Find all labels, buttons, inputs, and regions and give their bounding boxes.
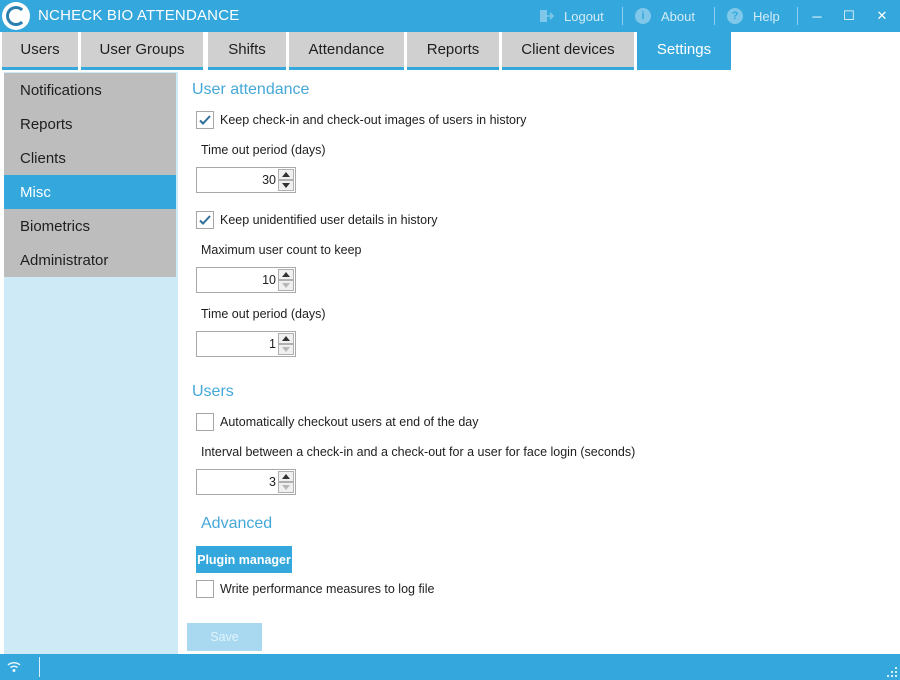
maximize-icon: ☐ <box>843 8 855 23</box>
chevron-up-icon <box>282 272 290 277</box>
info-icon: i <box>635 8 651 24</box>
checkmark-icon <box>199 115 211 125</box>
checkbox-box <box>196 111 214 129</box>
sidebar-item-notifications[interactable]: Notifications <box>4 73 176 107</box>
auto-checkout-checkbox[interactable]: Automatically checkout users at end of t… <box>196 413 478 431</box>
checkbox-box <box>196 211 214 229</box>
increment-button[interactable] <box>278 333 294 344</box>
images-timeout-stepper <box>196 167 296 193</box>
unidentified-timeout-input[interactable] <box>197 332 277 356</box>
unidentified-timeout-label: Time out period (days) <box>201 307 326 321</box>
checkbox-box <box>196 580 214 598</box>
max-user-count-stepper <box>196 267 296 293</box>
about-label: About <box>661 8 695 24</box>
increment-button[interactable] <box>278 471 294 482</box>
tab-client-devices[interactable]: Client devices <box>502 32 634 70</box>
tab-user-groups[interactable]: User Groups <box>81 32 203 70</box>
decrement-button[interactable] <box>278 482 294 493</box>
save-button[interactable]: Save <box>187 623 262 651</box>
perf-log-label: Write performance measures to log file <box>220 582 435 596</box>
tab-users[interactable]: Users <box>2 32 78 70</box>
chevron-up-icon <box>282 336 290 341</box>
maximize-button[interactable]: ☐ <box>833 0 865 32</box>
wifi-icon <box>7 661 21 672</box>
unidentified-timeout-stepper <box>196 331 296 357</box>
keep-unidentified-checkbox[interactable]: Keep unidentified user details in histor… <box>196 211 438 229</box>
chevron-down-icon <box>282 283 290 288</box>
perf-log-checkbox[interactable]: Write performance measures to log file <box>196 580 434 598</box>
sidebar-item-clients[interactable]: Clients <box>4 141 176 175</box>
keep-unidentified-label: Keep unidentified user details in histor… <box>220 213 438 227</box>
tab-settings[interactable]: Settings <box>637 32 731 70</box>
chevron-up-icon <box>282 474 290 479</box>
logout-button[interactable]: Logout <box>537 0 604 32</box>
chevron-down-icon <box>282 347 290 352</box>
face-interval-input[interactable] <box>197 470 277 494</box>
auto-checkout-label: Automatically checkout users at end of t… <box>220 415 479 429</box>
decrement-button[interactable] <box>278 344 294 355</box>
sidebar-item-biometrics[interactable]: Biometrics <box>4 209 176 243</box>
sidebar-item-reports[interactable]: Reports <box>4 107 176 141</box>
sidebar-item-misc[interactable]: Misc <box>4 175 176 209</box>
help-icon: ? <box>727 8 743 24</box>
tab-shifts[interactable]: Shifts <box>208 32 286 70</box>
close-button[interactable]: ✕ <box>866 0 898 32</box>
increment-button[interactable] <box>278 269 294 280</box>
tab-reports[interactable]: Reports <box>407 32 499 70</box>
main-tabs: Users User Groups Shifts Attendance Repo… <box>0 32 900 70</box>
images-timeout-label: Time out period (days) <box>201 143 326 157</box>
sidebar-item-administrator[interactable]: Administrator <box>4 243 176 277</box>
about-button[interactable]: i About <box>634 0 695 32</box>
resize-grip-icon[interactable] <box>887 667 897 677</box>
status-bar <box>0 654 900 680</box>
users-heading: Users <box>192 383 234 400</box>
divider <box>622 7 623 25</box>
keep-images-label: Keep check-in and check-out images of us… <box>220 113 527 127</box>
app-title: NCHECK BIO ATTENDANCE <box>38 7 240 24</box>
checkbox-box <box>196 413 214 431</box>
minimize-icon: ─ <box>812 8 822 24</box>
settings-sidebar: Notifications Reports Clients Misc Biome… <box>4 72 178 654</box>
images-timeout-input[interactable] <box>197 168 277 192</box>
face-interval-label: Interval between a check-in and a check-… <box>201 445 636 459</box>
divider <box>797 7 798 25</box>
decrement-button[interactable] <box>278 280 294 291</box>
chevron-down-icon <box>282 485 290 490</box>
close-icon: ✕ <box>876 8 888 23</box>
plugin-manager-button[interactable]: Plugin manager <box>196 546 292 573</box>
increment-button[interactable] <box>278 169 294 180</box>
user-attendance-heading: User attendance <box>192 81 310 98</box>
ncheck-logo-icon <box>2 2 30 30</box>
divider <box>39 657 40 677</box>
face-interval-stepper <box>196 469 296 495</box>
max-user-count-input[interactable] <box>197 268 277 292</box>
help-label: Help <box>753 8 780 24</box>
chevron-up-icon <box>282 172 290 177</box>
minimize-button[interactable]: ─ <box>801 0 833 32</box>
max-user-count-label: Maximum user count to keep <box>201 243 362 257</box>
decrement-button[interactable] <box>278 180 294 191</box>
checkmark-icon <box>199 215 211 225</box>
help-button[interactable]: ? Help <box>726 0 780 32</box>
tab-attendance[interactable]: Attendance <box>289 32 404 70</box>
title-bar: NCHECK BIO ATTENDANCE Logout i About ? H… <box>0 0 900 32</box>
divider <box>714 7 715 25</box>
logout-label: Logout <box>564 8 604 24</box>
keep-images-checkbox[interactable]: Keep check-in and check-out images of us… <box>196 111 526 129</box>
chevron-down-icon <box>282 183 290 188</box>
logout-icon <box>537 7 555 25</box>
advanced-heading: Advanced <box>201 515 273 532</box>
